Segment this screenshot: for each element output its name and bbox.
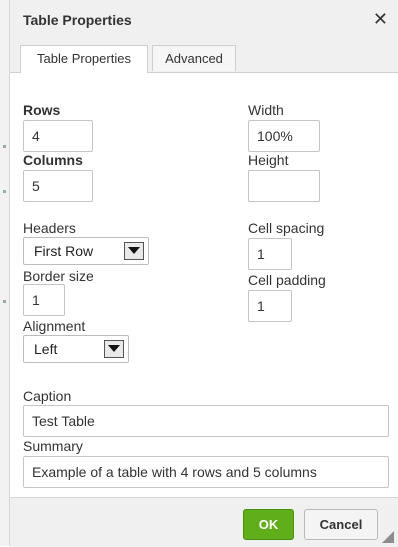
chevron-down-icon [104, 340, 124, 358]
background-marker [3, 300, 6, 303]
cell-spacing-label: Cell spacing [248, 220, 325, 236]
headers-label: Headers [23, 220, 76, 236]
chevron-down-icon [124, 242, 144, 260]
columns-label: Columns [23, 152, 83, 168]
ok-button[interactable]: OK [243, 509, 294, 540]
tab-table-properties[interactable]: Table Properties [20, 45, 148, 73]
columns-input[interactable] [23, 170, 93, 202]
tab-advanced[interactable]: Advanced [152, 45, 236, 71]
table-properties-dialog: Table Properties ✕ Table Properties Adva… [9, 0, 398, 547]
cell-padding-input[interactable] [248, 290, 292, 322]
background-marker [3, 145, 6, 148]
dialog-footer: OK Cancel [10, 497, 398, 547]
caption-label: Caption [23, 388, 72, 404]
height-label: Height [248, 152, 289, 168]
height-input[interactable] [248, 170, 320, 202]
rows-input[interactable] [23, 120, 93, 152]
alignment-select[interactable]: Left [23, 335, 129, 363]
cancel-button[interactable]: Cancel [304, 509, 378, 540]
alignment-label: Alignment [23, 318, 86, 334]
alignment-select-value: Left [34, 341, 58, 357]
headers-select-value: First Row [34, 243, 94, 259]
cell-padding-label: Cell padding [248, 272, 326, 288]
caption-input[interactable] [23, 405, 389, 437]
background-marker [3, 190, 6, 193]
summary-input[interactable] [23, 456, 389, 488]
summary-label: Summary [23, 438, 83, 454]
border-size-label: Border size [23, 268, 94, 284]
border-size-input[interactable] [23, 284, 65, 316]
background-page-strip [0, 0, 9, 546]
headers-select[interactable]: First Row [23, 237, 149, 265]
width-input[interactable] [248, 120, 320, 152]
tab-bar: Table Properties Advanced [10, 40, 398, 73]
rows-label: Rows [23, 102, 61, 118]
dialog-titlebar: Table Properties ✕ [10, 0, 398, 41]
width-label: Width [248, 102, 284, 118]
dialog-title: Table Properties [23, 12, 132, 28]
close-icon[interactable]: ✕ [373, 9, 388, 30]
resize-grip-icon[interactable] [382, 531, 394, 543]
cell-spacing-input[interactable] [248, 238, 292, 270]
